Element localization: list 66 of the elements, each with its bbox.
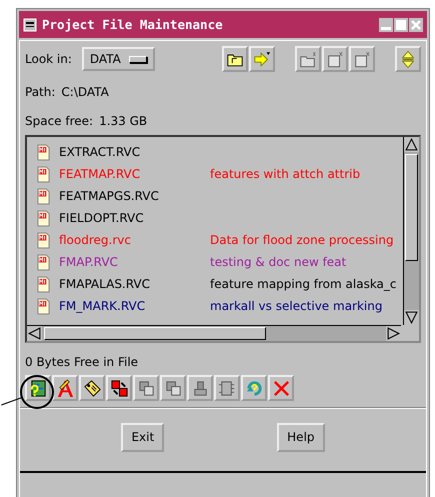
scroll-thumb[interactable]: [405, 154, 418, 261]
vertical-scrollbar[interactable]: [403, 137, 419, 325]
leader-line: [1, 397, 22, 406]
space-free-value: 1.33 GB: [99, 114, 148, 128]
close-icon[interactable]: [409, 18, 423, 32]
look-in-label: Look in:: [25, 52, 72, 66]
link-button[interactable]: [106, 375, 132, 401]
minimize-icon[interactable]: [379, 18, 393, 32]
bytes-free-text: 0 Bytes Free in File: [25, 354, 140, 371]
squares-icon: [110, 378, 128, 398]
window-menu-icon[interactable]: [23, 18, 37, 32]
scroll-right-icon[interactable]: [386, 326, 401, 341]
arrow-menu-button[interactable]: [249, 46, 275, 72]
delete-icon: [272, 378, 290, 398]
file-icon: [37, 166, 50, 182]
delete-button[interactable]: [268, 375, 294, 401]
space-free-label: Space free:: [25, 114, 94, 128]
scroll-thumb[interactable]: [44, 327, 266, 340]
info-button[interactable]: [25, 375, 51, 401]
window-title: Project File Maintenance: [42, 17, 224, 32]
file-name[interactable]: FMAPALAS.RVC: [59, 277, 210, 291]
path-value: C:\DATA: [61, 84, 109, 98]
file-icon: [37, 232, 50, 248]
tag-icon: [82, 378, 102, 398]
file-name[interactable]: EXTRACT.RVC: [59, 145, 210, 159]
map-question-icon: [28, 378, 48, 398]
file-name[interactable]: FM_MARK.RVC: [59, 299, 210, 313]
merge-icon: [164, 378, 182, 398]
refresh-icon: [244, 378, 264, 398]
file-icon: [37, 144, 50, 160]
maximize-icon[interactable]: [394, 18, 408, 32]
file-icon: [353, 50, 371, 68]
file-icon: [37, 188, 50, 204]
file-icon: [37, 210, 50, 226]
folder-up-button[interactable]: [222, 46, 248, 72]
path-label: Path:: [25, 84, 56, 98]
file-description: testing & doc new feat: [210, 255, 346, 269]
file-name[interactable]: FIELDOPT.RVC: [59, 211, 210, 225]
file-icon: [37, 298, 50, 314]
toggle-button[interactable]: [395, 46, 421, 72]
file-description: feature mapping from alaska_c: [210, 277, 397, 291]
file-description: features with attch attrib: [210, 167, 360, 181]
file-icon: [326, 50, 344, 68]
scroll-left-icon[interactable]: [27, 326, 42, 341]
folder-icon: [299, 50, 317, 68]
scroll-up-icon[interactable]: [404, 137, 419, 152]
tag-button[interactable]: [79, 375, 105, 401]
letter-pencil-icon: [56, 378, 74, 398]
file-description: Data for flood zone processing: [210, 233, 394, 247]
callout-circle: [20, 375, 54, 409]
scroll-down-icon[interactable]: [404, 310, 419, 325]
horizontal-scrollbar[interactable]: [27, 325, 401, 341]
edit-text-button[interactable]: [52, 375, 78, 401]
convert-icon: [218, 378, 236, 398]
file-name[interactable]: FMAP.RVC: [59, 255, 210, 269]
help-button[interactable]: Help: [277, 422, 325, 452]
refresh-button[interactable]: [241, 375, 267, 401]
exit-button[interactable]: Exit: [121, 422, 164, 452]
file-description: markall vs selective marking: [210, 299, 382, 313]
double-arrow-icon: [399, 50, 417, 68]
file-icon: [37, 254, 50, 270]
look-in-dropdown[interactable]: DATA: [82, 47, 155, 71]
file-name[interactable]: FEATMAPGS.RVC: [59, 189, 210, 203]
file-icon: [37, 276, 50, 292]
copy-icon: [136, 378, 156, 398]
arrow-icon: [253, 50, 271, 68]
